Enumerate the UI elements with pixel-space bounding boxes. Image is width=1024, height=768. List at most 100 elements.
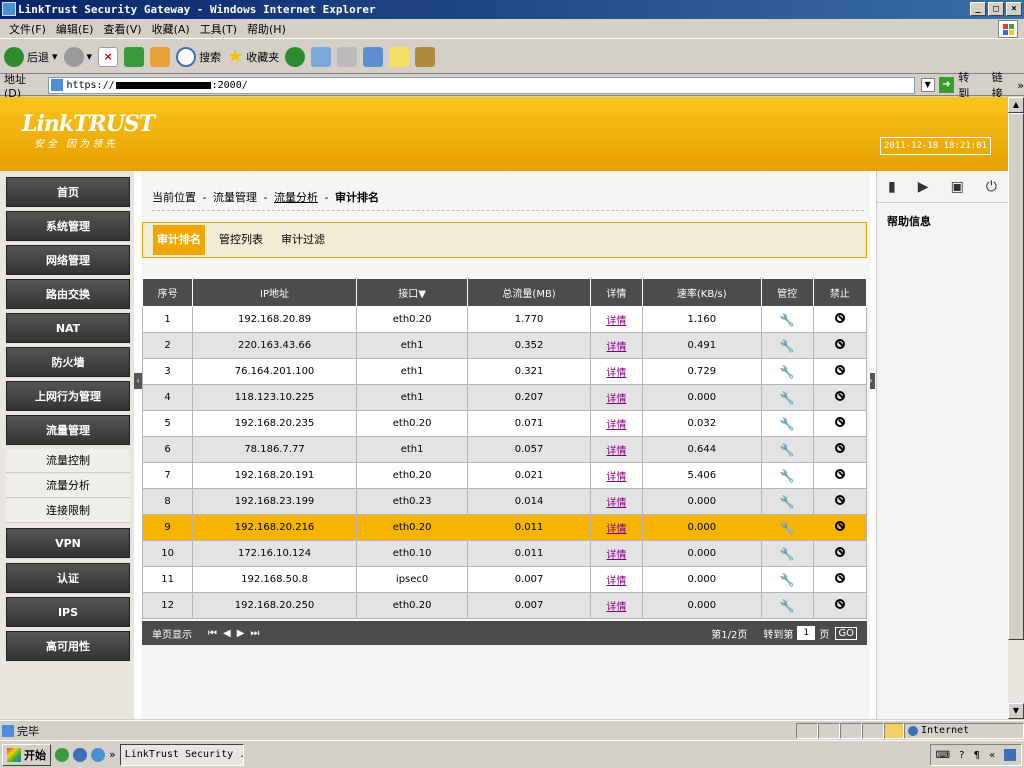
- collapse-left-icon[interactable]: ‹: [134, 373, 142, 389]
- scroll-up-icon[interactable]: ▲: [1008, 97, 1024, 113]
- play-icon[interactable]: ▶: [918, 179, 929, 195]
- table-row[interactable]: 5 192.168.20.235 eth0.20 0.071 详情 0.032 🔧: [141, 410, 868, 437]
- menu-tools[interactable]: 工具(T): [195, 21, 242, 37]
- nav-firewall[interactable]: 防火墙: [6, 347, 130, 377]
- block-icon[interactable]: [834, 339, 845, 349]
- history-icon[interactable]: [285, 46, 306, 67]
- menu-edit[interactable]: 编辑(E): [51, 21, 99, 37]
- details-link[interactable]: 详情: [606, 498, 626, 509]
- wrench-icon[interactable]: 🔧: [780, 495, 795, 509]
- tab-audit-filter[interactable]: 审计过滤: [277, 225, 329, 255]
- address-input[interactable]: https:// :2000/: [48, 76, 915, 94]
- stop-square-icon[interactable]: ▣: [951, 179, 964, 195]
- details-link[interactable]: 详情: [606, 342, 626, 353]
- favorites-button[interactable]: ★ 收藏夹: [227, 46, 279, 67]
- breadcrumb-analysis[interactable]: 流量分析: [274, 191, 318, 204]
- subnav-connection-limit[interactable]: 连接限制: [6, 499, 130, 523]
- minimize-button[interactable]: _: [970, 2, 986, 16]
- nav-ips[interactable]: IPS: [6, 597, 130, 627]
- print-icon[interactable]: [337, 46, 358, 67]
- subnav-traffic-control[interactable]: 流量控制: [6, 449, 130, 473]
- block-icon[interactable]: [834, 495, 845, 505]
- wrench-icon[interactable]: 🔧: [780, 443, 795, 457]
- details-link[interactable]: 详情: [606, 394, 626, 405]
- scroll-thumb[interactable]: [1008, 113, 1024, 640]
- breadcrumb-traffic[interactable]: 流量管理: [213, 191, 257, 204]
- back-button[interactable]: 后退 ▾: [4, 46, 58, 67]
- menu-view[interactable]: 查看(V): [98, 21, 146, 37]
- quicklaunch-more-icon[interactable]: »: [109, 748, 116, 761]
- nav-auth[interactable]: 认证: [6, 563, 130, 593]
- go-page-button[interactable]: GO: [835, 626, 857, 640]
- tab-audit-rank[interactable]: 审计排名: [153, 225, 205, 255]
- block-icon[interactable]: [834, 469, 845, 479]
- network-icon[interactable]: [1004, 749, 1017, 761]
- prev-page-icon[interactable]: ◀: [223, 628, 231, 639]
- first-page-icon[interactable]: ⏮: [208, 628, 217, 639]
- wrench-icon[interactable]: 🔧: [780, 547, 795, 561]
- wrench-icon[interactable]: 🔧: [780, 521, 795, 535]
- table-row[interactable]: 9 192.168.20.216 eth0.20 0.011 详情 0.000 🔧: [141, 514, 868, 541]
- table-row[interactable]: 10 172.16.10.124 eth0.10 0.011 详情 0.000 🔧: [141, 540, 868, 567]
- nav-home[interactable]: 首页: [6, 177, 130, 207]
- details-link[interactable]: 详情: [606, 524, 626, 535]
- vertical-scrollbar[interactable]: ▲ ▼: [1008, 97, 1024, 719]
- quicklaunch-icon[interactable]: [91, 747, 105, 762]
- nav-network[interactable]: 网络管理: [6, 245, 130, 275]
- quicklaunch-icon[interactable]: [73, 747, 87, 762]
- table-row[interactable]: 3 76.164.201.100 eth1 0.321 详情 0.729 🔧: [141, 358, 868, 385]
- block-icon[interactable]: [834, 443, 845, 453]
- edit-icon[interactable]: [363, 46, 384, 67]
- input-icon[interactable]: ¶: [974, 750, 980, 761]
- chevron-right-icon[interactable]: »: [1017, 79, 1024, 92]
- details-link[interactable]: 详情: [606, 472, 626, 483]
- menu-help[interactable]: 帮助(H): [242, 21, 291, 37]
- messenger-icon[interactable]: [415, 46, 436, 67]
- scroll-down-icon[interactable]: ▼: [1008, 703, 1024, 719]
- address-dropdown-icon[interactable]: ▼: [920, 78, 935, 92]
- power-icon[interactable]: ⏻: [986, 179, 997, 195]
- block-icon[interactable]: [834, 391, 845, 401]
- col-interface[interactable]: 接口▼: [355, 278, 469, 307]
- start-button[interactable]: 开始: [2, 743, 51, 766]
- maximize-button[interactable]: □: [988, 2, 1004, 16]
- quicklaunch-icon[interactable]: [55, 747, 69, 762]
- home-icon[interactable]: [150, 46, 171, 67]
- last-page-icon[interactable]: ⏭: [250, 628, 259, 639]
- close-button[interactable]: ×: [1006, 2, 1022, 16]
- col-control[interactable]: 管控: [760, 278, 814, 307]
- nav-system[interactable]: 系统管理: [6, 211, 130, 241]
- wrench-icon[interactable]: 🔧: [780, 365, 795, 379]
- wrench-icon[interactable]: 🔧: [780, 469, 795, 483]
- block-icon[interactable]: [834, 521, 845, 531]
- next-page-icon[interactable]: ▶: [237, 628, 245, 639]
- menu-file[interactable]: 文件(F): [4, 21, 51, 37]
- wrench-icon[interactable]: 🔧: [780, 573, 795, 587]
- wrench-icon[interactable]: 🔧: [780, 391, 795, 405]
- document-icon[interactable]: ▮: [888, 179, 896, 195]
- block-icon[interactable]: [834, 599, 845, 609]
- col-rate[interactable]: 速率(KB/s): [642, 278, 762, 307]
- table-row[interactable]: 6 78.186.7.77 eth1 0.057 详情 0.644 🔧: [141, 436, 868, 463]
- table-row[interactable]: 7 192.168.20.191 eth0.20 0.021 详情 5.406 🔧: [141, 462, 868, 489]
- menu-favorites[interactable]: 收藏(A): [147, 21, 195, 37]
- block-icon[interactable]: [834, 365, 845, 375]
- keyboard-icon[interactable]: ⌨: [936, 750, 950, 761]
- details-link[interactable]: 详情: [606, 550, 626, 561]
- search-button[interactable]: 搜索: [176, 46, 221, 67]
- stop-icon[interactable]: ×: [98, 46, 119, 67]
- pager-mode[interactable]: 单页显示: [152, 626, 192, 641]
- col-block[interactable]: 禁止: [812, 278, 868, 307]
- table-row[interactable]: 1 192.168.20.89 eth0.20 1.770 详情 1.160 🔧: [141, 306, 868, 333]
- block-icon[interactable]: [834, 313, 845, 323]
- nav-ha[interactable]: 高可用性: [6, 631, 130, 661]
- nav-vpn[interactable]: VPN: [6, 528, 130, 558]
- help-icon[interactable]: ?: [959, 750, 964, 761]
- nav-traffic[interactable]: 流量管理: [6, 415, 130, 445]
- table-row[interactable]: 11 192.168.50.8 ipsec0 0.007 详情 0.000 🔧: [141, 566, 868, 593]
- forward-button[interactable]: ▾: [63, 46, 92, 67]
- taskbar-ie-window[interactable]: LinkTrust Security ...: [119, 743, 244, 766]
- details-link[interactable]: 详情: [606, 576, 626, 587]
- block-icon[interactable]: [834, 547, 845, 557]
- table-row[interactable]: 2 220.163.43.66 eth1 0.352 详情 0.491 🔧: [141, 332, 868, 359]
